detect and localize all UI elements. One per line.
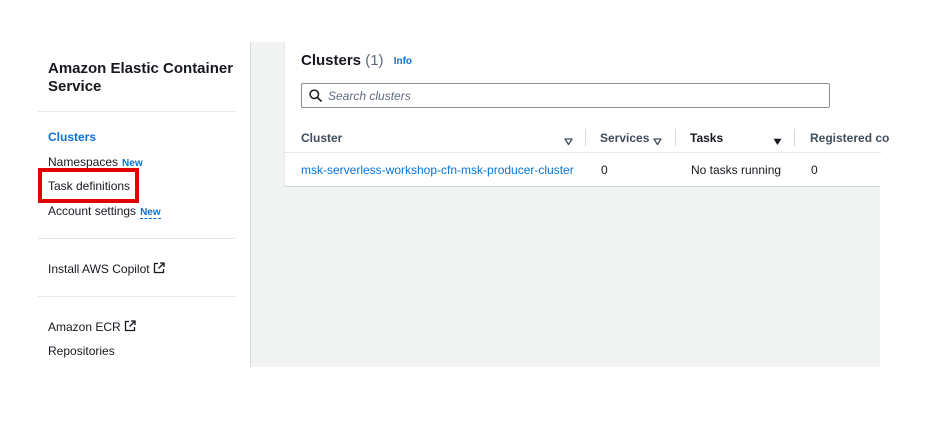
tasks-status: No tasks running: [691, 163, 782, 177]
info-link[interactable]: Info: [394, 56, 412, 67]
sidebar-item-clusters[interactable]: Clusters: [48, 129, 96, 145]
sidebar-divider: [38, 296, 235, 297]
sidebar-divider: [38, 238, 235, 239]
search-icon: [309, 89, 322, 107]
sidebar: Amazon Elastic Container Service Cluster…: [38, 42, 250, 367]
table-header: Cluster Services Tasks Registered co: [285, 122, 889, 153]
highlight-annotation-box: [38, 168, 139, 203]
sidebar-item-repositories[interactable]: Repositories: [48, 343, 115, 359]
sidebar-item-label: Amazon ECR: [48, 320, 121, 334]
cluster-count: (1): [365, 52, 384, 69]
search-input[interactable]: [328, 87, 823, 104]
search-box: [301, 83, 830, 108]
column-separator: [675, 129, 676, 146]
column-separator: [585, 129, 586, 146]
column-separator: [794, 129, 795, 146]
sidebar-item-label: Install AWS Copilot: [48, 262, 150, 276]
clusters-panel: Clusters (1) Info Cluster Services Tasks: [284, 42, 889, 187]
screenshot-frame: Amazon Elastic Container Service Cluster…: [0, 0, 934, 424]
sidebar-divider: [38, 111, 235, 112]
sidebar-item-amazon-ecr[interactable]: Amazon ECR: [48, 319, 136, 336]
panel-title: Clusters (1) Info: [301, 52, 412, 69]
sort-icon[interactable]: [653, 133, 662, 151]
table-row: msk-serverless-workshop-cfn-msk-producer…: [285, 154, 881, 186]
new-badge: New: [140, 207, 161, 219]
services-count: 0: [601, 163, 608, 177]
registered-count: 0: [811, 163, 818, 177]
column-header-registered[interactable]: Registered co: [810, 131, 889, 145]
sort-descending-icon[interactable]: [773, 133, 782, 151]
sidebar-item-install-copilot[interactable]: Install AWS Copilot: [48, 261, 165, 278]
external-link-icon: [124, 320, 136, 336]
sidebar-item-label: Account settings: [48, 204, 137, 218]
cluster-name-link[interactable]: msk-serverless-workshop-cfn-msk-producer…: [301, 163, 574, 177]
column-header-cluster[interactable]: Cluster: [301, 131, 342, 145]
sidebar-item-label: Namespaces: [48, 155, 119, 169]
panel-title-text: Clusters: [301, 52, 362, 69]
column-header-services[interactable]: Services: [600, 131, 649, 145]
external-link-icon: [153, 262, 165, 278]
service-title: Amazon Elastic Container Service: [48, 60, 234, 95]
column-header-tasks[interactable]: Tasks: [690, 131, 723, 145]
sidebar-item-account-settings[interactable]: Account settings New: [48, 203, 161, 221]
sort-icon[interactable]: [564, 133, 573, 151]
